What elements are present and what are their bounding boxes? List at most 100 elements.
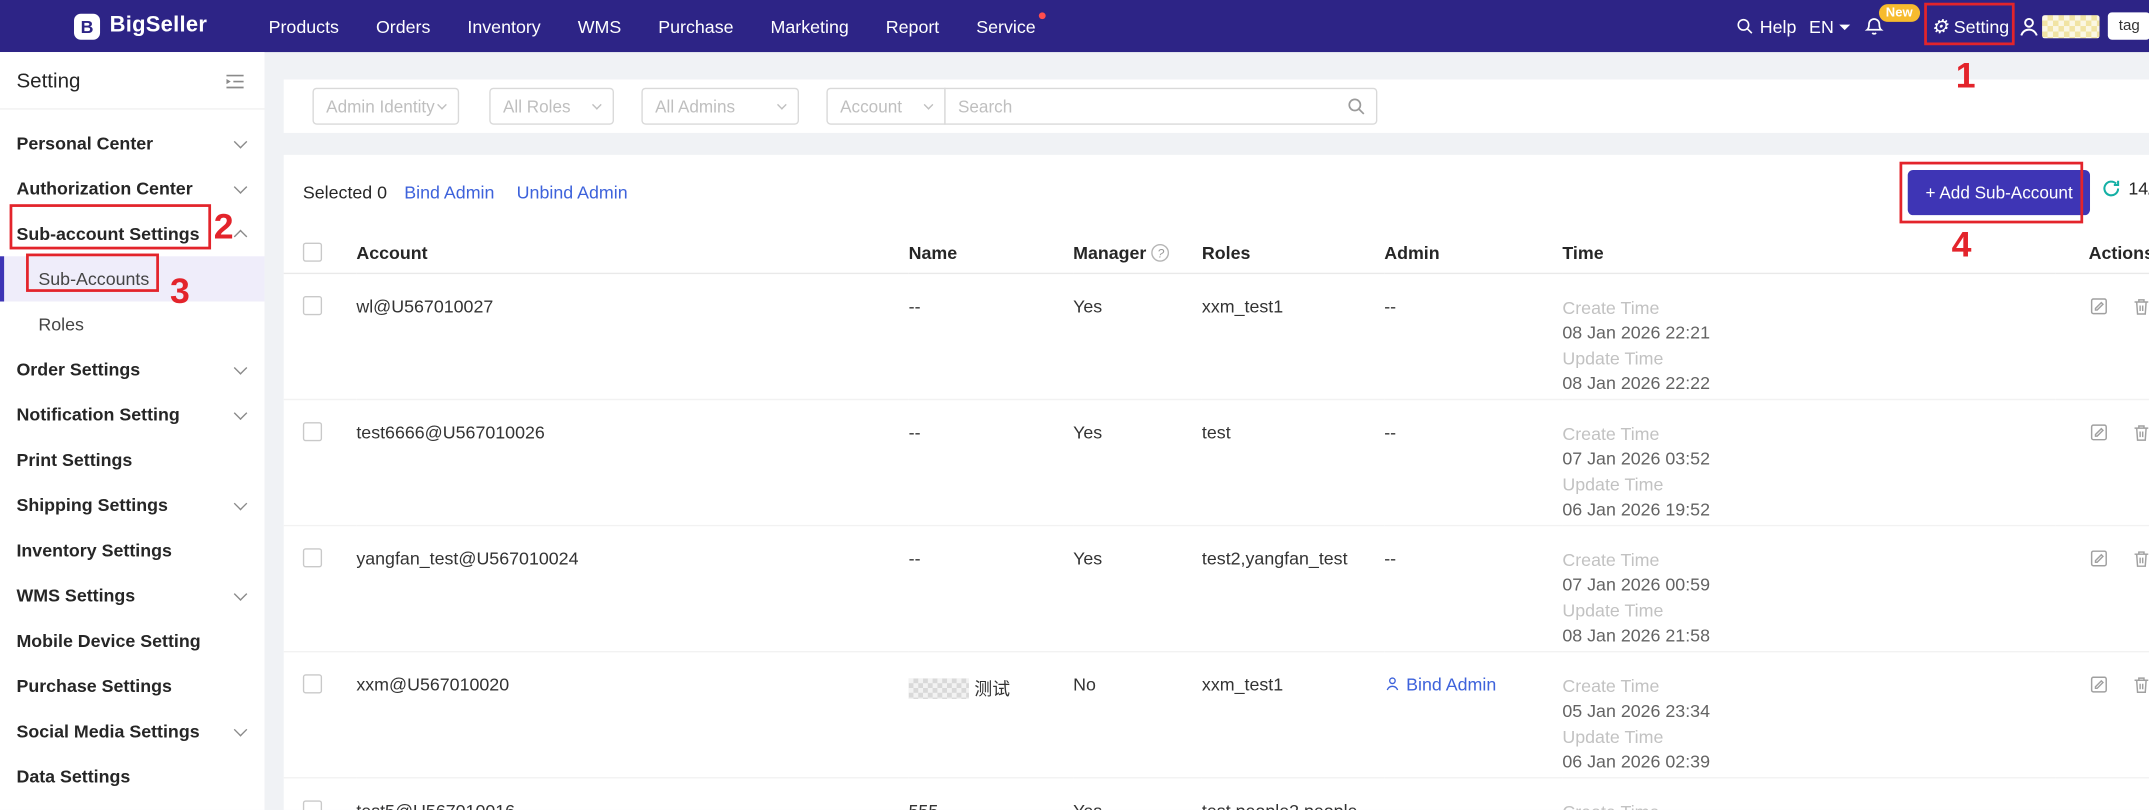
sidebar-item-roles[interactable]: Roles xyxy=(0,302,265,347)
row-checkbox[interactable] xyxy=(303,548,322,567)
col-name: Name xyxy=(909,233,1073,273)
help-circle-icon[interactable] xyxy=(1152,244,1170,262)
nav-orders[interactable]: Orders xyxy=(376,16,430,37)
sidebar-item-mobile-device-setting[interactable]: Mobile Device Setting xyxy=(0,618,265,663)
account-cell: test6666@U567010026 xyxy=(356,421,544,442)
bind-admin-link[interactable]: Bind Admin xyxy=(1384,674,1496,695)
user-avatar[interactable] xyxy=(2017,0,2040,52)
sidebar-item-wms-settings[interactable]: WMS Settings xyxy=(0,573,265,618)
sidebar-item-inventory-settings[interactable]: Inventory Settings xyxy=(0,528,265,573)
row-checkbox[interactable] xyxy=(303,421,322,440)
sidebar-item-shipping-settings[interactable]: Shipping Settings xyxy=(0,482,265,527)
sidebar-item-label: Personal Center xyxy=(16,133,153,154)
update-time-label: Update Time xyxy=(1562,598,2055,623)
delete-icon[interactable] xyxy=(2131,548,2149,573)
manager-cell: Yes xyxy=(1073,295,1102,316)
account-cell: test5@U567010016 xyxy=(356,800,515,810)
nav-wms[interactable]: WMS xyxy=(578,16,622,37)
col-roles: Roles xyxy=(1202,233,1384,273)
nav-report[interactable]: Report xyxy=(886,16,939,37)
col-admin: Admin xyxy=(1384,233,1562,273)
sidebar-item-label: Sub-account Settings xyxy=(16,223,199,244)
sidebar-item-label: WMS Settings xyxy=(16,585,135,606)
filter-bar: Admin Identity All Roles All Admins Acco… xyxy=(284,79,2149,132)
nav-inventory[interactable]: Inventory xyxy=(467,16,540,37)
create-time-label: Create Time xyxy=(1562,295,2055,320)
create-time-label: Create Time xyxy=(1562,674,2055,699)
row-checkbox[interactable] xyxy=(303,800,322,810)
tag-button[interactable]: tag xyxy=(2108,12,2149,39)
create-time-value: 07 Jan 2026 03:52 xyxy=(1562,447,2055,472)
search-icon[interactable] xyxy=(1346,96,1367,117)
search-field xyxy=(944,88,1377,125)
nav-marketing[interactable]: Marketing xyxy=(771,16,849,37)
sidebar-item-social-media-settings[interactable]: Social Media Settings xyxy=(0,709,265,754)
setting-label: Setting xyxy=(1954,16,2009,37)
all-admins-select[interactable]: All Admins xyxy=(641,88,799,125)
chevron-down-icon xyxy=(234,180,248,194)
name-cell: -- xyxy=(909,295,921,316)
sidebar-item-purchase-settings[interactable]: Purchase Settings xyxy=(0,663,265,708)
chevron-down-icon xyxy=(234,722,248,736)
sub-accounts-panel: Selected 0 Bind Admin Unbind Admin + Add… xyxy=(284,155,2149,810)
name-cell: 555 xyxy=(909,800,939,810)
update-time-value: 08 Jan 2026 22:22 xyxy=(1562,371,2055,396)
chevron-down-icon xyxy=(1839,24,1850,35)
all-roles-select[interactable]: All Roles xyxy=(489,88,614,125)
delete-icon[interactable] xyxy=(2131,421,2149,446)
setting-button[interactable]: Setting xyxy=(1931,0,2009,52)
select-value: Admin Identity xyxy=(326,97,435,116)
nav-service[interactable]: Service xyxy=(976,16,1035,37)
sidebar-item-order-settings[interactable]: Order Settings xyxy=(0,347,265,392)
roles-cell: xxm_test1 xyxy=(1202,674,1283,695)
delete-icon[interactable] xyxy=(2131,295,2149,320)
search-input[interactable] xyxy=(944,88,1377,125)
create-time-value: 07 Jan 2026 00:59 xyxy=(1562,573,2055,598)
chevron-down-icon xyxy=(777,100,787,110)
sidebar-item-label: Notification Setting xyxy=(16,404,179,425)
row-checkbox[interactable] xyxy=(303,674,322,693)
unbind-admin-action[interactable]: Unbind Admin xyxy=(517,182,628,203)
edit-icon[interactable] xyxy=(2089,674,2110,699)
manager-cell: No xyxy=(1073,674,1096,695)
update-time-value: 06 Jan 2026 19:52 xyxy=(1562,497,2055,522)
sidebar-item-authorization-center[interactable]: Authorization Center xyxy=(0,166,265,211)
bind-admin-action[interactable]: Bind Admin xyxy=(404,182,494,203)
manager-cell: Yes xyxy=(1073,800,1102,810)
nav-purchase[interactable]: Purchase xyxy=(658,16,733,37)
add-sub-account-button[interactable]: + Add Sub-Account xyxy=(1908,170,2091,215)
create-time-label: Create Time xyxy=(1562,800,2055,810)
sidebar-item-data-settings[interactable]: Data Settings xyxy=(0,754,265,799)
delete-icon[interactable] xyxy=(2131,674,2149,699)
table-row: test6666@U567010026 -- Yes test -- Creat… xyxy=(284,399,2149,525)
row-checkbox[interactable] xyxy=(303,295,322,314)
name-cell: -- xyxy=(909,548,921,569)
table-row: xxm@U567010020 测试 No xxm_test1 Bind Admi… xyxy=(284,651,2149,777)
language-selector[interactable]: EN xyxy=(1809,0,1850,52)
logo-letter: B xyxy=(81,16,94,37)
nav-products[interactable]: Products xyxy=(269,16,339,37)
col-actions: Actions xyxy=(2056,233,2149,273)
update-time-label: Update Time xyxy=(1562,472,2055,497)
time-cell: Create Time xyxy=(1562,777,2055,810)
help-button[interactable]: Help xyxy=(1735,0,1796,52)
account-cell: xxm@U567010020 xyxy=(356,674,509,695)
select-all-checkbox[interactable] xyxy=(303,243,322,262)
sidebar-item-print-settings[interactable]: Print Settings xyxy=(0,437,265,482)
sidebar-item-sub-account-settings[interactable]: Sub-account Settings xyxy=(0,211,265,256)
admin-identity-select[interactable]: Admin Identity xyxy=(312,88,459,125)
edit-icon[interactable] xyxy=(2089,295,2110,320)
search-type-select[interactable]: Account xyxy=(826,88,945,125)
sidebar-header: Setting xyxy=(0,52,265,110)
edit-icon[interactable] xyxy=(2089,548,2110,573)
sidebar-item-notification-setting[interactable]: Notification Setting xyxy=(0,392,265,437)
brand[interactable]: B BigSeller xyxy=(74,0,207,52)
sidebar-item-sub-accounts[interactable]: Sub-Accounts xyxy=(0,256,265,301)
chevron-up-icon xyxy=(234,230,248,244)
quota-indicator: 14/ xyxy=(2101,178,2149,199)
admin-cell: -- xyxy=(1384,295,1396,316)
collapse-sidebar-icon[interactable] xyxy=(225,73,246,91)
edit-icon[interactable] xyxy=(2089,421,2110,446)
sidebar-title: Setting xyxy=(16,70,80,93)
sidebar-item-personal-center[interactable]: Personal Center xyxy=(0,121,265,166)
